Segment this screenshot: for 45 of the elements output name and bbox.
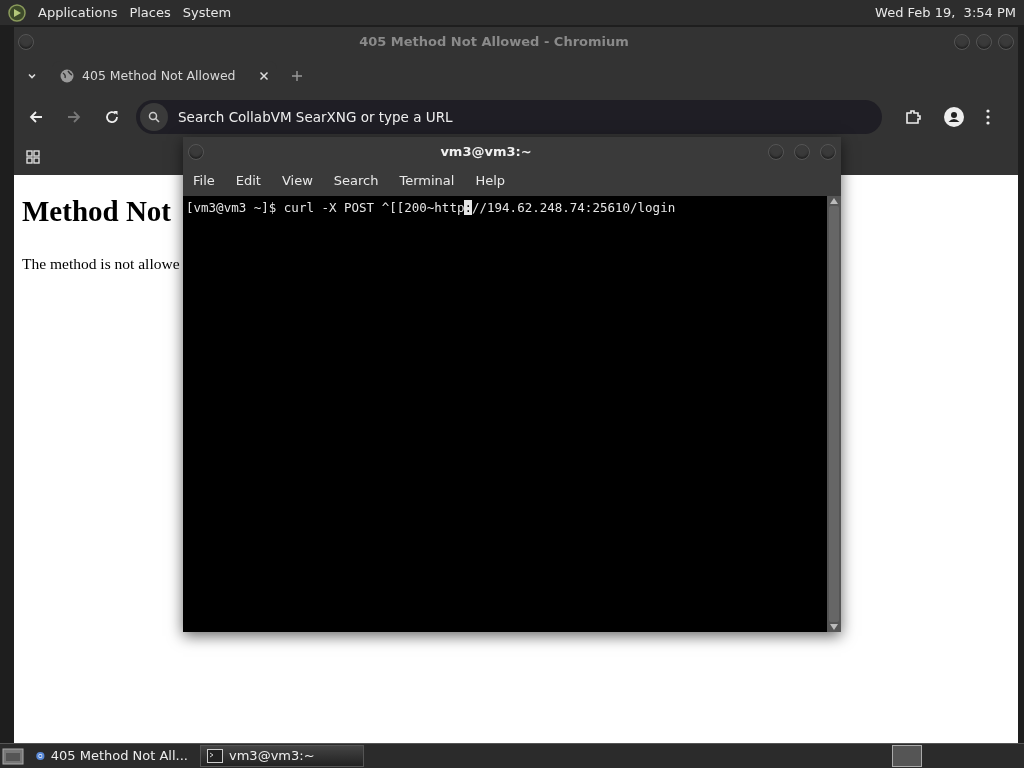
scroll-up-icon[interactable] [830, 198, 838, 204]
terminal-menu[interactable]: Terminal [399, 171, 455, 191]
profile-icon[interactable] [944, 107, 964, 127]
omnibox[interactable]: Search CollabVM SearXNG or type a URL [136, 100, 882, 134]
minimize-button[interactable] [768, 143, 784, 160]
terminal-menu[interactable]: Search [333, 171, 379, 191]
logo-icon[interactable] [8, 3, 26, 22]
puzzle-icon[interactable] [904, 108, 922, 126]
forward-arrow-icon[interactable] [66, 109, 82, 125]
terminal-menu[interactable]: Help [475, 171, 506, 191]
globe-icon [60, 69, 74, 83]
scrollbar[interactable] [827, 196, 841, 632]
terminal-menu[interactable]: View [281, 171, 313, 191]
panel-menu[interactable]: System [182, 2, 232, 23]
terminal-line: [vm3@vm3 ~]$ curl -X POST ^[[200~http://194.62.248.74:25610/login [186, 199, 677, 217]
terminal-menu[interactable]: Edit [235, 171, 261, 191]
close-button[interactable] [820, 143, 836, 160]
window-title: vm3@vm3:~ [439, 142, 533, 161]
apps-grid-icon[interactable] [26, 150, 40, 164]
more-menu-icon[interactable] [986, 109, 990, 125]
desktop-icon[interactable] [2, 746, 24, 766]
window-menu-button[interactable] [18, 34, 34, 50]
back-arrow-icon[interactable] [28, 109, 44, 125]
panel-menu[interactable]: Applications [38, 2, 118, 23]
minimize-button[interactable] [954, 34, 970, 50]
maximize-button[interactable] [794, 143, 810, 160]
terminal-icon [207, 749, 223, 763]
terminal-menu[interactable]: File [193, 171, 215, 191]
address-field[interactable]: Search CollabVM SearXNG or type a URL [178, 106, 882, 128]
page-heading: Method Not [22, 197, 171, 226]
maximize-button[interactable] [976, 34, 992, 50]
window-menu-button[interactable] [188, 143, 204, 160]
taskbar-button[interactable]: vm3@vm3:~ [200, 745, 364, 767]
clock: Wed Feb 19, 3:54 PM [875, 3, 1016, 22]
search-icon [148, 111, 160, 123]
taskbar-button[interactable]: 405 Method Not All... [30, 745, 194, 767]
window-title: 405 Method Not Allowed - Chromium [358, 33, 630, 52]
page-paragraph: The method is not allowe [22, 254, 180, 274]
workspace-switcher[interactable] [892, 745, 922, 767]
panel-menu[interactable]: Places [129, 2, 171, 23]
close-icon[interactable] [259, 71, 269, 81]
scroll-down-icon[interactable] [830, 624, 838, 630]
close-button[interactable] [998, 34, 1014, 50]
reload-icon[interactable] [104, 109, 120, 125]
plus-icon[interactable] [291, 70, 303, 82]
